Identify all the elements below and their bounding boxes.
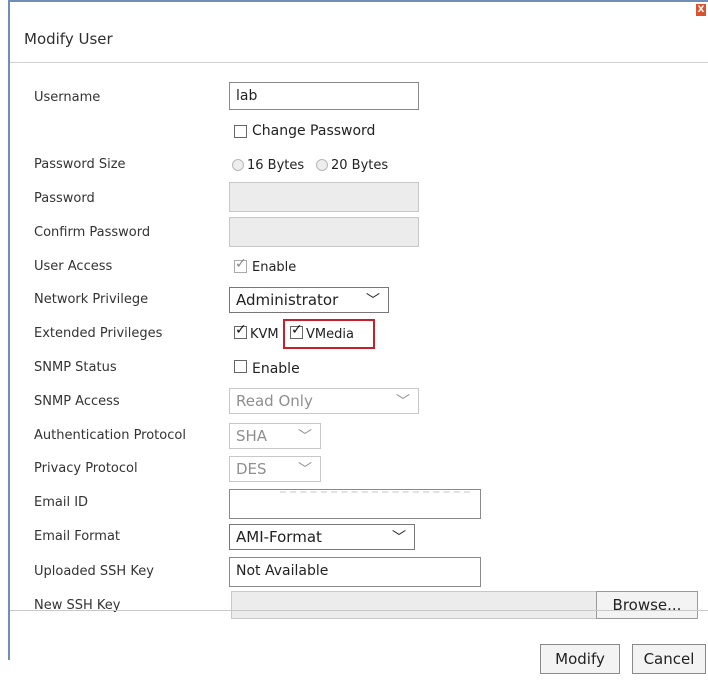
vmedia-checkbox[interactable] — [290, 322, 303, 339]
email-format-select[interactable]: AMI-Format ﹀ — [229, 524, 415, 550]
extended-privileges-label: Extended Privileges — [34, 326, 163, 341]
privacy-protocol-value: DES — [236, 460, 267, 478]
uploaded-ssh-key-field: Not Available — [229, 557, 481, 587]
email-id-label: Email ID — [34, 495, 89, 510]
email-id-input[interactable] — [229, 489, 481, 519]
privacy-protocol-select[interactable]: DES ﹀ — [229, 456, 321, 482]
close-icon[interactable]: X — [696, 4, 706, 16]
password-size-label: Password Size — [34, 157, 126, 172]
password-size-20-radio[interactable] — [316, 159, 328, 171]
kvm-label: KVM — [250, 327, 279, 342]
password-size-16-label: 16 Bytes — [247, 158, 305, 173]
snmp-status-enable-label: Enable — [252, 361, 300, 377]
username-label: Username — [34, 90, 101, 105]
password-size-20-label: 20 Bytes — [331, 158, 389, 173]
kvm-checkbox[interactable] — [234, 322, 247, 339]
network-privilege-label: Network Privilege — [34, 292, 149, 307]
user-access-checkbox[interactable] — [234, 256, 247, 273]
username-input[interactable]: lab — [229, 82, 419, 110]
user-access-enable-label: Enable — [252, 260, 297, 275]
snmp-access-label: SNMP Access — [34, 394, 120, 409]
snmp-access-value: Read Only — [236, 392, 313, 410]
snmp-access-select[interactable]: Read Only ﹀ — [229, 388, 419, 414]
network-privilege-value: Administrator — [236, 291, 339, 309]
authentication-protocol-select[interactable]: SHA ﹀ — [229, 423, 321, 449]
uploaded-ssh-key-label: Uploaded SSH Key — [34, 564, 154, 579]
chevron-down-icon: ﹀ — [396, 394, 410, 410]
user-access-label: User Access — [34, 259, 113, 274]
modify-button[interactable]: Modify — [540, 644, 620, 674]
change-password-label: Change Password — [252, 123, 376, 139]
chevron-down-icon: ﹀ — [298, 462, 312, 478]
chevron-down-icon: ﹀ — [366, 293, 380, 309]
snmp-status-checkbox[interactable] — [234, 360, 247, 373]
email-format-value: AMI-Format — [236, 528, 322, 546]
chevron-down-icon: ﹀ — [298, 429, 312, 445]
password-input[interactable] — [229, 182, 419, 212]
authentication-protocol-label: Authentication Protocol — [34, 428, 186, 443]
snmp-status-label: SNMP Status — [34, 360, 117, 375]
network-privilege-select[interactable]: Administrator ﹀ — [229, 287, 389, 313]
password-label: Password — [34, 191, 95, 206]
confirm-password-label: Confirm Password — [34, 225, 151, 240]
chevron-down-icon: ﹀ — [392, 530, 406, 546]
password-size-16-radio[interactable] — [232, 159, 244, 171]
modify-user-dialog: Modify User X Username lab Change Passwo… — [8, 0, 708, 674]
authentication-protocol-value: SHA — [236, 427, 268, 445]
email-format-label: Email Format — [34, 529, 121, 544]
cancel-button[interactable]: Cancel — [632, 644, 706, 674]
dialog-title: Modify User — [24, 30, 113, 48]
privacy-protocol-label: Privacy Protocol — [34, 461, 138, 476]
change-password-checkbox[interactable] — [234, 125, 247, 138]
dialog-titlebar: Modify User X — [10, 2, 708, 63]
vmedia-label: VMedia — [306, 327, 354, 342]
email-redaction-mark — [280, 491, 470, 493]
confirm-password-input[interactable] — [229, 217, 419, 247]
